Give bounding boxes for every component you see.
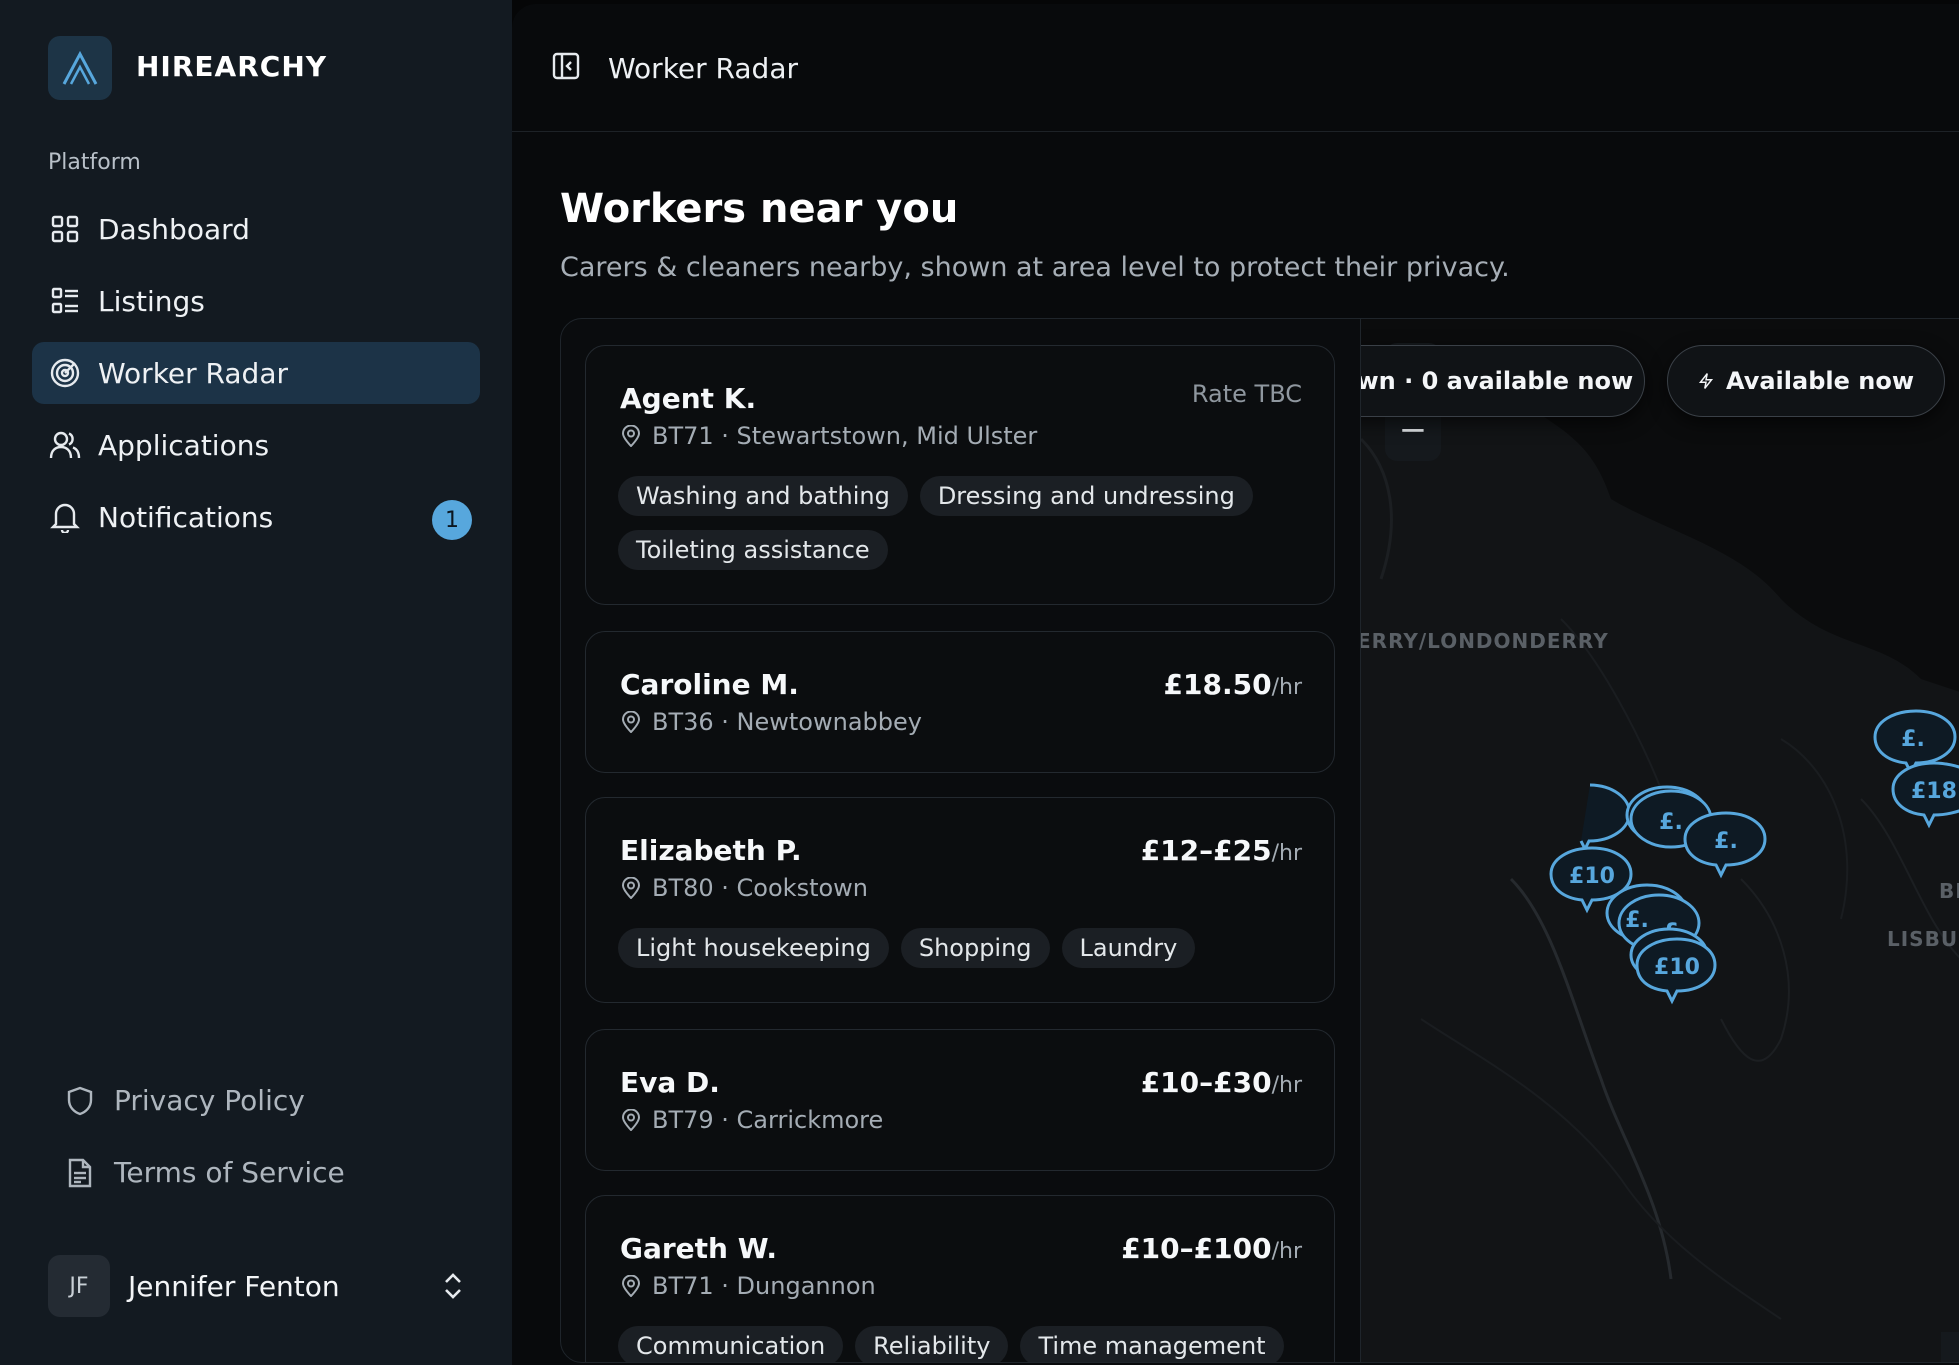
worker-card[interactable]: Agent K. BT71 · Stewartstown, Mid Ulster…: [585, 345, 1335, 605]
page-subtitle: Carers & cleaners nearby, shown at area …: [560, 252, 1510, 283]
worker-map[interactable]: ERRY/LONDONDERRY BE LISBUR £. £10 £.: [1361, 319, 1959, 1362]
skill-tag: Toileting assistance: [618, 530, 888, 570]
worker-card[interactable]: Gareth W. BT71 · Dungannon £10–£100/hr C…: [585, 1195, 1335, 1362]
radar-panel: Agent K. BT71 · Stewartstown, Mid Ulster…: [560, 318, 1959, 1363]
shield-icon: [64, 1085, 96, 1117]
map-place-label: LISBUR: [1887, 927, 1959, 951]
worker-location: BT36 · Newtownabbey: [620, 708, 922, 736]
sidebar-item-label: Applications: [98, 428, 270, 462]
rate-marker[interactable]: £.: [1681, 809, 1771, 889]
privacy-policy-label: Privacy Policy: [114, 1084, 305, 1117]
terms-of-service-label: Terms of Service: [114, 1156, 345, 1189]
terms-of-service-link[interactable]: Terms of Service: [64, 1156, 345, 1189]
skill-tag: Time management: [1020, 1326, 1284, 1362]
main-content: Worker Radar Workers near you Carers & c…: [512, 4, 1959, 1365]
svg-text:£.: £.: [1901, 727, 1925, 752]
worker-card[interactable]: Elizabeth P. BT80 · Cookstown £12–£25/hr…: [585, 797, 1335, 1003]
worker-tags: Communication Reliability Time managemen…: [618, 1326, 1308, 1362]
worker-name: Caroline M.: [620, 668, 799, 701]
user-name: Jennifer Fenton: [128, 1269, 340, 1303]
worker-name: Eva D.: [620, 1066, 720, 1099]
brand-name: HIREARCHY: [136, 50, 328, 83]
location-pin-icon: [621, 711, 641, 733]
nav-section-label: Platform: [48, 150, 141, 175]
worker-rate: Rate TBC: [1191, 380, 1302, 408]
worker-name: Elizabeth P.: [620, 834, 802, 867]
map-place-label: BE: [1939, 879, 1959, 903]
worker-list[interactable]: Agent K. BT71 · Stewartstown, Mid Ulster…: [561, 319, 1361, 1362]
grid-icon: [48, 212, 82, 246]
sidebar-item-label: Notifications: [98, 500, 274, 534]
worker-rate: £10–£100/hr: [1121, 1232, 1302, 1265]
map-place-label: ERRY/LONDONDERRY: [1361, 629, 1609, 653]
users-icon: [48, 428, 82, 462]
available-now-label: Available now: [1726, 367, 1914, 395]
svg-text:£.: £.: [1714, 829, 1738, 854]
skill-tag: Laundry: [1061, 928, 1196, 968]
radar-icon: [48, 356, 82, 390]
results-summary-pill: 22 shown · 0 available now: [1361, 345, 1645, 417]
bell-icon: [48, 500, 82, 534]
skill-tag: Light housekeeping: [618, 928, 889, 968]
worker-location: BT80 · Cookstown: [620, 874, 868, 902]
sidebar-item-worker-radar[interactable]: Worker Radar: [32, 342, 480, 404]
svg-text:£10: £10: [1654, 955, 1700, 980]
page-title: Workers near you: [560, 186, 959, 232]
worker-location: BT71 · Dungannon: [620, 1272, 876, 1300]
chevron-up-down-icon: [445, 1273, 461, 1299]
rate-marker[interactable]: £10: [1625, 925, 1725, 1015]
notification-count-badge: 1: [432, 500, 472, 540]
sidebar-item-label: Worker Radar: [98, 356, 288, 390]
worker-name: Gareth W.: [620, 1232, 777, 1265]
sidebar: HIREARCHY Platform Dashboard Listings Wo…: [0, 0, 512, 1365]
logo-mark[interactable]: [48, 36, 112, 100]
skill-tag: Reliability: [855, 1326, 1009, 1362]
location-pin-icon: [621, 877, 641, 899]
sidebar-item-notifications[interactable]: Notifications 1: [32, 486, 480, 548]
svg-text:£18: £18: [1911, 779, 1957, 804]
skill-tag: Washing and bathing: [618, 476, 908, 516]
worker-card[interactable]: Eva D. BT79 · Carrickmore £10–£30/hr: [585, 1029, 1335, 1171]
avatar: JF: [48, 1255, 110, 1317]
location-pin-icon: [621, 425, 641, 447]
user-menu[interactable]: JF Jennifer Fenton: [48, 1254, 468, 1318]
worker-rate: £18.50/hr: [1163, 668, 1302, 701]
sidebar-toggle-icon[interactable]: [552, 52, 580, 80]
location-pin-icon: [621, 1275, 641, 1297]
worker-tags: Light housekeeping Shopping Laundry: [618, 928, 1308, 968]
worker-rate: £12–£25/hr: [1140, 834, 1302, 867]
rate-marker[interactable]: £18: [1889, 759, 1959, 839]
map-attribution[interactable]: [1941, 1332, 1959, 1362]
worker-location: BT79 · Carrickmore: [620, 1106, 883, 1134]
sidebar-item-label: Dashboard: [98, 212, 250, 246]
available-now-filter[interactable]: Available now: [1667, 345, 1945, 417]
lightning-icon: [1698, 373, 1714, 389]
sidebar-item-dashboard[interactable]: Dashboard: [32, 198, 480, 260]
worker-location: BT71 · Stewartstown, Mid Ulster: [620, 422, 1037, 450]
privacy-policy-link[interactable]: Privacy Policy: [64, 1084, 305, 1117]
worker-tags: Washing and bathing Dressing and undress…: [618, 476, 1308, 570]
worker-rate: £10–£30/hr: [1140, 1066, 1302, 1099]
worker-name: Agent K.: [620, 382, 757, 415]
list-icon: [48, 284, 82, 318]
skill-tag: Communication: [618, 1326, 844, 1362]
sidebar-item-label: Listings: [98, 284, 205, 318]
logo-icon: [62, 50, 98, 85]
location-pin-icon: [621, 1109, 641, 1131]
sidebar-item-listings[interactable]: Listings: [32, 270, 480, 332]
top-bar: Worker Radar: [512, 4, 1959, 132]
skill-tag: Dressing and undressing: [919, 476, 1253, 516]
sidebar-item-applications[interactable]: Applications: [32, 414, 480, 476]
page-breadcrumb: Worker Radar: [608, 52, 798, 85]
worker-card[interactable]: Caroline M. BT36 · Newtownabbey £18.50/h…: [585, 631, 1335, 773]
svg-text:£.: £.: [1659, 810, 1683, 835]
skill-tag: Shopping: [900, 928, 1050, 968]
document-icon: [64, 1157, 96, 1189]
